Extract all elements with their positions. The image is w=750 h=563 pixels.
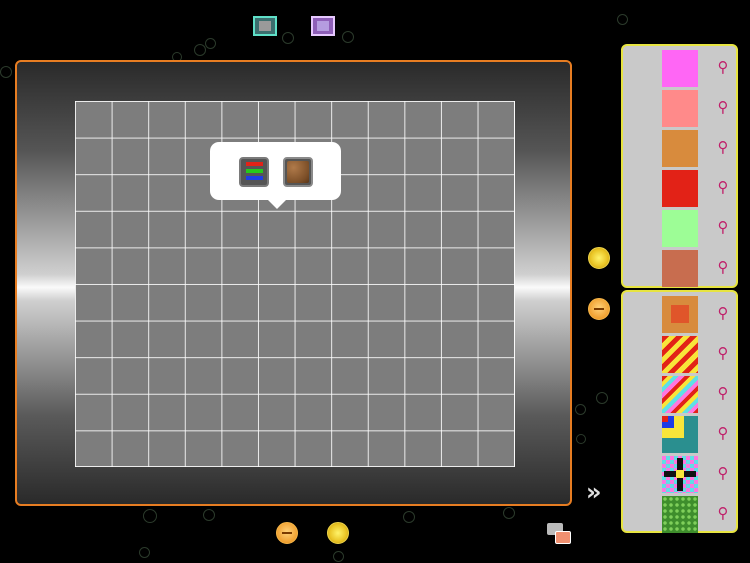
- single-tile-button[interactable]: [253, 16, 277, 36]
- color-fill-button[interactable]: [239, 157, 269, 187]
- color-swatch[interactable]: [662, 130, 698, 167]
- teal-corner-pattern[interactable]: [662, 416, 698, 453]
- bottom-plus-button[interactable]: [327, 522, 349, 544]
- background-dot: [333, 551, 344, 562]
- red-yellow-diagonal-pattern[interactable]: [662, 336, 698, 373]
- pin-icon[interactable]: ⚲: [715, 425, 731, 441]
- pin-icon[interactable]: ⚲: [715, 139, 731, 155]
- background-dot: [203, 509, 215, 521]
- background-dot: [596, 392, 608, 404]
- minus-icon: [594, 308, 604, 310]
- pattern-row[interactable]: ⚲: [623, 334, 736, 374]
- pattern-row[interactable]: ⚲: [623, 294, 736, 334]
- dirt-texture-icon: [287, 161, 309, 183]
- background-dot: [282, 32, 294, 44]
- background-dot: [576, 434, 586, 444]
- undo-icon[interactable]: [545, 520, 573, 548]
- background-dot: [503, 507, 515, 519]
- color-swatch[interactable]: [662, 90, 698, 127]
- pin-icon[interactable]: ⚲: [715, 99, 731, 115]
- pattern-row[interactable]: ⚲: [623, 414, 736, 454]
- collapse-panel-button[interactable]: »: [586, 480, 614, 504]
- pin-icon[interactable]: ⚲: [715, 59, 731, 75]
- background-dot: [342, 31, 354, 43]
- color-row[interactable]: ⚲: [623, 88, 736, 128]
- color-row[interactable]: ⚲: [623, 168, 736, 208]
- colors-panel: ⚲ ⚲ ⚲ ⚲ ⚲ ⚲: [621, 44, 738, 288]
- bottom-minus-button[interactable]: [276, 522, 298, 544]
- zoom-in-button[interactable]: [588, 247, 610, 269]
- board-frame: [15, 60, 572, 506]
- pin-icon[interactable]: ⚲: [715, 385, 731, 401]
- background-dot: [575, 404, 586, 415]
- color-row[interactable]: ⚲: [623, 48, 736, 88]
- pin-icon[interactable]: ⚲: [715, 305, 731, 321]
- pattern-row[interactable]: ⚲: [623, 374, 736, 414]
- multi-tile-icon: [317, 21, 329, 31]
- color-row[interactable]: ⚲: [623, 208, 736, 248]
- background-dot: [194, 44, 206, 56]
- pin-icon[interactable]: ⚲: [715, 179, 731, 195]
- color-swatch[interactable]: [662, 250, 698, 287]
- color-swatch[interactable]: [662, 50, 698, 87]
- pin-icon[interactable]: ⚲: [715, 505, 731, 521]
- pin-icon[interactable]: ⚲: [715, 219, 731, 235]
- color-row[interactable]: ⚲: [623, 128, 736, 168]
- black-cross-pattern[interactable]: [662, 456, 698, 493]
- color-swatch[interactable]: [662, 210, 698, 247]
- pattern-row[interactable]: ⚲: [623, 494, 736, 534]
- pin-icon[interactable]: ⚲: [715, 465, 731, 481]
- rainbow-diagonal-pattern[interactable]: [662, 376, 698, 413]
- color-swatch[interactable]: [662, 170, 698, 207]
- pin-icon[interactable]: ⚲: [715, 259, 731, 275]
- background-dot: [205, 38, 216, 49]
- background-dot: [0, 66, 12, 78]
- multi-tile-button[interactable]: [311, 16, 335, 36]
- background-dot: [143, 509, 157, 523]
- pin-icon[interactable]: ⚲: [715, 345, 731, 361]
- orange-square-pattern[interactable]: [662, 296, 698, 333]
- color-row[interactable]: ⚲: [623, 248, 736, 288]
- background-dot: [403, 511, 415, 523]
- pattern-row[interactable]: ⚲: [623, 454, 736, 494]
- zoom-out-button[interactable]: [588, 298, 610, 320]
- green-dot-pattern[interactable]: [662, 496, 698, 533]
- patterns-panel: ⚲ ⚲ ⚲ ⚲ ⚲ ⚲: [621, 290, 738, 533]
- texture-fill-button[interactable]: [283, 157, 313, 187]
- background-dot: [139, 547, 150, 558]
- background-dot: [617, 14, 628, 25]
- fill-mode-popover: [210, 142, 341, 209]
- single-tile-icon: [259, 21, 271, 31]
- minus-icon: [282, 532, 292, 534]
